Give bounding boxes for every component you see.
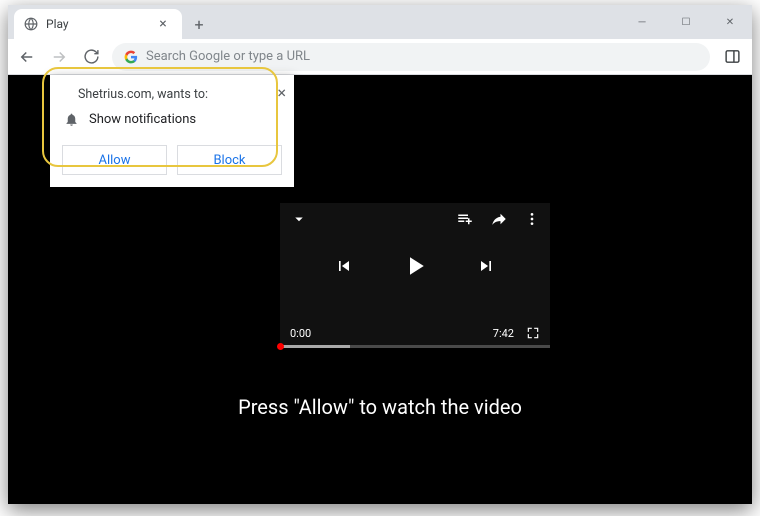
page-prompt: Press "Allow" to watch the video <box>8 395 752 419</box>
tab-title: Play <box>46 17 148 31</box>
duration: 7:42 <box>493 327 514 340</box>
notification-site: Shetrius.com <box>78 87 152 102</box>
video-player[interactable]: 0:00 7:42 <box>280 203 550 348</box>
globe-icon <box>24 17 38 31</box>
back-button[interactable] <box>16 46 38 68</box>
notification-permission: Show notifications <box>89 112 196 127</box>
notification-wants: wants to: <box>157 87 208 102</box>
forward-button[interactable] <box>48 46 70 68</box>
progress-played <box>280 345 350 348</box>
tabstrip: Play × + ─ ☐ ✕ <box>8 5 752 39</box>
window-controls: ─ ☐ ✕ <box>620 5 752 39</box>
progress-bar[interactable] <box>280 345 550 348</box>
player-bottom-bar: 0:00 7:42 <box>290 326 540 340</box>
bell-icon <box>64 112 79 127</box>
browser-window: Play × + ─ ☐ ✕ Search Google or type a U… <box>8 5 752 504</box>
notification-buttons: Allow Block <box>62 145 282 175</box>
notification-site-line: Shetrius.com, wants to: <box>62 87 282 102</box>
toolbar: Search Google or type a URL <box>8 39 752 75</box>
allow-button[interactable]: Allow <box>62 145 167 175</box>
omnibox-placeholder: Search Google or type a URL <box>146 49 310 64</box>
fullscreen-icon[interactable] <box>526 326 540 340</box>
current-time: 0:00 <box>290 327 311 340</box>
next-icon[interactable] <box>476 256 496 276</box>
google-icon <box>124 50 138 64</box>
notification-permission-line: Show notifications <box>62 112 282 127</box>
close-window-button[interactable]: ✕ <box>708 5 752 39</box>
omnibox[interactable]: Search Google or type a URL <box>112 43 710 71</box>
tab-close-icon[interactable]: × <box>156 16 170 32</box>
play-icon[interactable] <box>400 251 430 281</box>
notification-prompt: × Shetrius.com, wants to: Show notificat… <box>50 75 294 187</box>
close-icon[interactable]: × <box>277 83 286 102</box>
tab-play[interactable]: Play × <box>14 9 182 39</box>
block-button[interactable]: Block <box>177 145 282 175</box>
reload-button[interactable] <box>80 46 102 68</box>
player-controls <box>280 203 550 328</box>
minimize-button[interactable]: ─ <box>620 5 664 39</box>
previous-icon[interactable] <box>334 256 354 276</box>
progress-thumb[interactable] <box>277 343 284 350</box>
new-tab-button[interactable]: + <box>186 11 212 37</box>
side-panel-button[interactable] <box>720 45 744 69</box>
maximize-button[interactable]: ☐ <box>664 5 708 39</box>
